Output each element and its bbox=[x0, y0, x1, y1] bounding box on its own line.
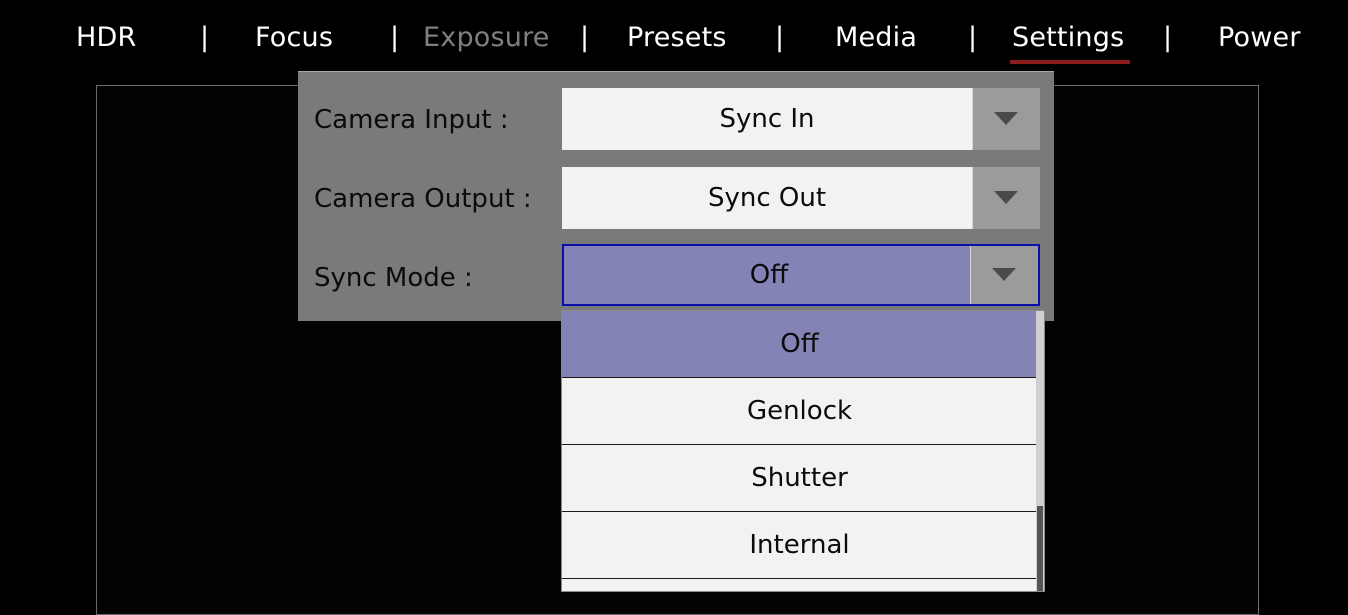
chevron-down-icon bbox=[992, 268, 1016, 281]
nav-separator: | bbox=[580, 22, 590, 53]
tab-media[interactable]: Media bbox=[835, 20, 917, 56]
nav-separator: | bbox=[775, 22, 785, 53]
nav-separator: | bbox=[390, 22, 400, 53]
camera-input-label: Camera Input : bbox=[314, 105, 509, 135]
tab-power[interactable]: Power bbox=[1218, 20, 1301, 56]
chevron-down-icon bbox=[994, 191, 1018, 204]
sync-mode-dropdown-button[interactable] bbox=[970, 246, 1038, 304]
settings-panel: Camera Input : Sync In Camera Output : S… bbox=[298, 71, 1054, 321]
sync-mode-label: Sync Mode : bbox=[314, 263, 473, 293]
tab-focus[interactable]: Focus bbox=[255, 20, 333, 56]
camera-output-select[interactable]: Sync Out bbox=[562, 167, 1040, 229]
option-off[interactable]: Off bbox=[562, 311, 1037, 378]
option-internal[interactable]: Internal bbox=[562, 512, 1037, 579]
option-shutter[interactable]: Shutter bbox=[562, 445, 1037, 512]
tab-exposure[interactable]: Exposure bbox=[423, 20, 550, 56]
camera-input-dropdown-button[interactable] bbox=[972, 88, 1040, 150]
active-tab-underline bbox=[1010, 60, 1130, 64]
nav-separator: | bbox=[200, 22, 210, 53]
camera-input-value: Sync In bbox=[719, 104, 815, 134]
camera-output-dropdown-button[interactable] bbox=[972, 167, 1040, 229]
camera-input-select[interactable]: Sync In bbox=[562, 88, 1040, 150]
tab-settings[interactable]: Settings bbox=[1012, 20, 1124, 56]
chevron-down-icon bbox=[994, 112, 1018, 125]
dropdown-scrollbar[interactable] bbox=[1036, 311, 1044, 591]
sync-mode-value: Off bbox=[749, 260, 789, 290]
nav-separator: | bbox=[1163, 22, 1173, 53]
option-genlock[interactable]: Genlock bbox=[562, 378, 1037, 445]
scrollbar-thumb[interactable] bbox=[1037, 506, 1043, 591]
tab-presets[interactable]: Presets bbox=[627, 20, 727, 56]
top-navigation: HDR | Focus | Exposure | Presets | Media… bbox=[0, 0, 1348, 75]
camera-output-label: Camera Output : bbox=[314, 184, 532, 214]
tab-hdr[interactable]: HDR bbox=[76, 20, 136, 56]
sync-mode-select[interactable]: Off bbox=[562, 244, 1040, 306]
nav-separator: | bbox=[968, 22, 978, 53]
camera-output-value: Sync Out bbox=[707, 183, 827, 213]
sync-mode-dropdown-list: Off Genlock Shutter Internal bbox=[561, 310, 1045, 592]
